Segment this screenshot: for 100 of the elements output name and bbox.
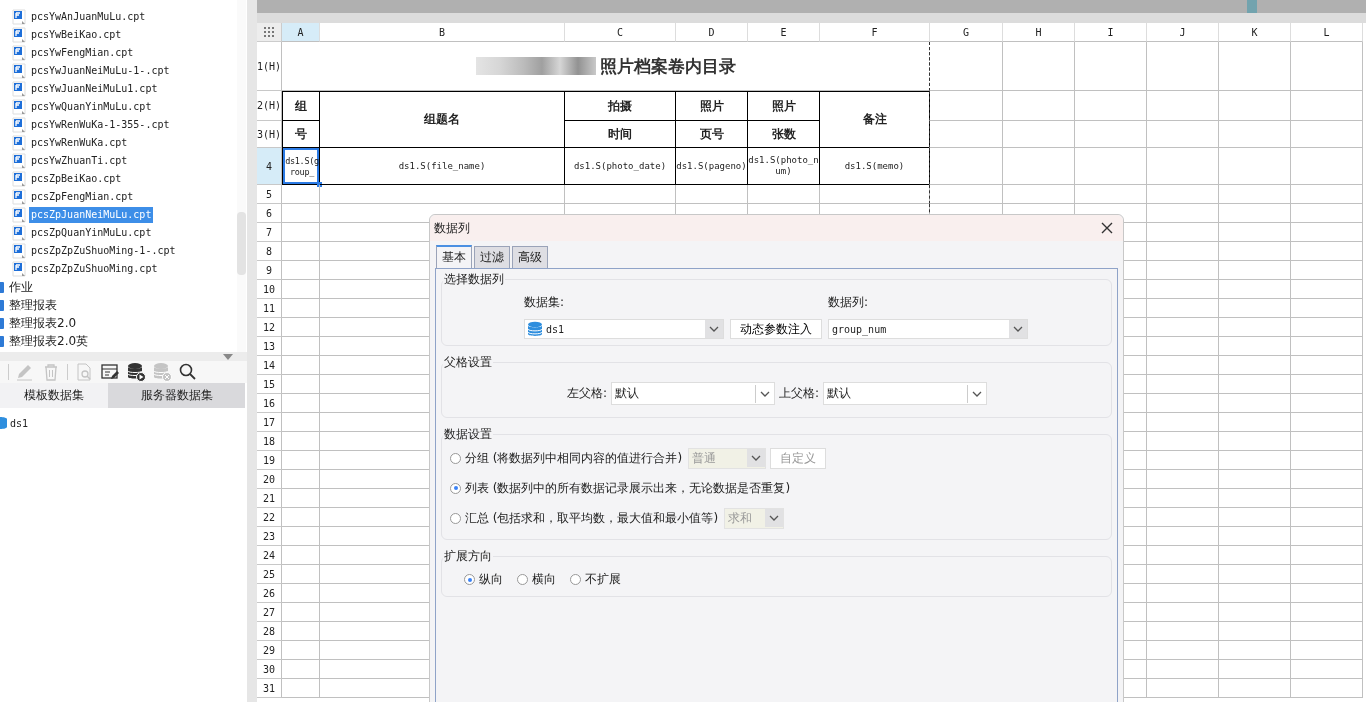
- table-cell[interactable]: [1147, 280, 1219, 299]
- table-cell[interactable]: [929, 148, 1003, 185]
- table-cell[interactable]: [1291, 565, 1363, 584]
- table-cell[interactable]: [1291, 584, 1363, 603]
- table-cell[interactable]: [1219, 584, 1291, 603]
- table-cell[interactable]: [1219, 508, 1291, 527]
- tab[interactable]: 高级: [512, 246, 548, 268]
- row-header[interactable]: 10: [257, 280, 282, 299]
- table-cell[interactable]: [1075, 91, 1147, 121]
- radio-label[interactable]: 列表 (数据列中的所有数据记录展示出来，无论数据是否重复): [465, 479, 791, 497]
- table-cell[interactable]: [1147, 641, 1219, 660]
- table-cell[interactable]: [1147, 299, 1219, 318]
- table-cell[interactable]: [1219, 641, 1291, 660]
- table-cell[interactable]: [320, 185, 565, 204]
- database-play-icon[interactable]: [126, 362, 146, 382]
- table-cell[interactable]: [282, 223, 320, 242]
- table-cell[interactable]: [1219, 299, 1291, 318]
- table-cell[interactable]: [282, 451, 320, 470]
- table-cell[interactable]: [1291, 280, 1363, 299]
- table-cell[interactable]: [1147, 223, 1219, 242]
- table-cell[interactable]: [1291, 356, 1363, 375]
- column-title-cell[interactable]: 时间: [565, 121, 676, 148]
- select-all-icon[interactable]: [264, 27, 274, 37]
- radio-button[interactable]: [450, 452, 461, 464]
- table-cell[interactable]: [1291, 42, 1363, 91]
- row-header[interactable]: 18: [257, 432, 282, 451]
- data-field-cell[interactable]: ds1.S(pageno): [676, 148, 748, 185]
- row-header[interactable]: 4: [257, 148, 282, 185]
- table-cell[interactable]: [1147, 185, 1219, 204]
- column-header[interactable]: H: [1003, 23, 1075, 42]
- row-header[interactable]: 25: [257, 565, 282, 584]
- radio-label[interactable]: 分组 (将数据列中相同内容的值进行合并): [465, 449, 683, 467]
- table-cell[interactable]: [1291, 470, 1363, 489]
- table-cell[interactable]: [565, 185, 676, 204]
- table-cell[interactable]: [282, 356, 320, 375]
- folder-item[interactable]: 作业: [9, 278, 33, 296]
- column-header[interactable]: B: [320, 23, 565, 42]
- table-cell[interactable]: [1291, 91, 1363, 121]
- table-cell[interactable]: [1291, 432, 1363, 451]
- radio-label[interactable]: 纵向: [479, 571, 503, 588]
- table-cell[interactable]: [1219, 121, 1291, 148]
- table-cell[interactable]: [1147, 432, 1219, 451]
- table-cell[interactable]: [1291, 451, 1363, 470]
- table-cell[interactable]: [282, 337, 320, 356]
- row-header[interactable]: 28: [257, 622, 282, 641]
- dataset-tab[interactable]: 服务器数据集: [108, 383, 245, 408]
- table-cell[interactable]: [1147, 413, 1219, 432]
- row-header[interactable]: 31: [257, 679, 282, 698]
- table-cell[interactable]: [1219, 204, 1291, 223]
- radio-label[interactable]: 横向: [532, 571, 556, 588]
- row-header[interactable]: 30: [257, 660, 282, 679]
- table-cell[interactable]: [929, 185, 1003, 204]
- table-cell[interactable]: [1291, 660, 1363, 679]
- table-cell[interactable]: [1219, 432, 1291, 451]
- column-header[interactable]: I: [1075, 23, 1147, 42]
- scroll-thumb[interactable]: [1247, 0, 1257, 13]
- table-cell[interactable]: [1219, 565, 1291, 584]
- table-cell[interactable]: [1291, 527, 1363, 546]
- table-cell[interactable]: [282, 299, 320, 318]
- table-cell[interactable]: [1147, 337, 1219, 356]
- table-cell[interactable]: [929, 91, 1003, 121]
- table-cell[interactable]: [1291, 242, 1363, 261]
- table-cell[interactable]: [1147, 204, 1219, 223]
- row-header[interactable]: 2(H): [257, 91, 282, 121]
- column-header[interactable]: G: [930, 23, 1003, 42]
- folder-item[interactable]: 整理报表2.0: [9, 314, 77, 332]
- row-header[interactable]: 12: [257, 318, 282, 337]
- file-item[interactable]: pcsZpZpZuShuoMing-1-.cpt: [29, 243, 178, 259]
- table-cell[interactable]: [282, 242, 320, 261]
- dataset-item[interactable]: ds1: [10, 417, 29, 429]
- table-cell[interactable]: [1075, 185, 1147, 204]
- table-cell[interactable]: [748, 185, 820, 204]
- file-item[interactable]: pcsYwFengMian.cpt: [29, 45, 136, 61]
- table-cell[interactable]: [820, 185, 930, 204]
- table-cell[interactable]: [1075, 42, 1147, 91]
- table-cell[interactable]: [1219, 527, 1291, 546]
- dataset-dropdown[interactable]: ds1: [524, 319, 724, 339]
- row-header[interactable]: 19: [257, 451, 282, 470]
- file-item[interactable]: pcsYwRenWuKa.cpt: [29, 135, 130, 151]
- row-header[interactable]: 6: [257, 204, 282, 223]
- tab[interactable]: 基本: [436, 245, 472, 268]
- row-header[interactable]: 21: [257, 489, 282, 508]
- table-cell[interactable]: [1219, 318, 1291, 337]
- table-cell[interactable]: [1003, 42, 1075, 91]
- table-cell[interactable]: [1219, 261, 1291, 280]
- table-cell[interactable]: [282, 565, 320, 584]
- file-item[interactable]: pcsYwAnJuanMuLu.cpt: [29, 9, 148, 25]
- table-cell[interactable]: [1147, 508, 1219, 527]
- table-cell[interactable]: [282, 508, 320, 527]
- table-cell[interactable]: [1147, 451, 1219, 470]
- data-field-cell[interactable]: ds1.S(photo_num): [748, 148, 820, 185]
- table-cell[interactable]: [1147, 242, 1219, 261]
- splitter-handle[interactable]: [0, 352, 247, 361]
- table-cell[interactable]: [1219, 375, 1291, 394]
- row-header[interactable]: 14: [257, 356, 282, 375]
- table-cell[interactable]: [1147, 603, 1219, 622]
- top-parent-dropdown[interactable]: 默认: [823, 382, 988, 405]
- row-header[interactable]: 29: [257, 641, 282, 660]
- table-cell[interactable]: [1291, 641, 1363, 660]
- table-cell[interactable]: [1291, 489, 1363, 508]
